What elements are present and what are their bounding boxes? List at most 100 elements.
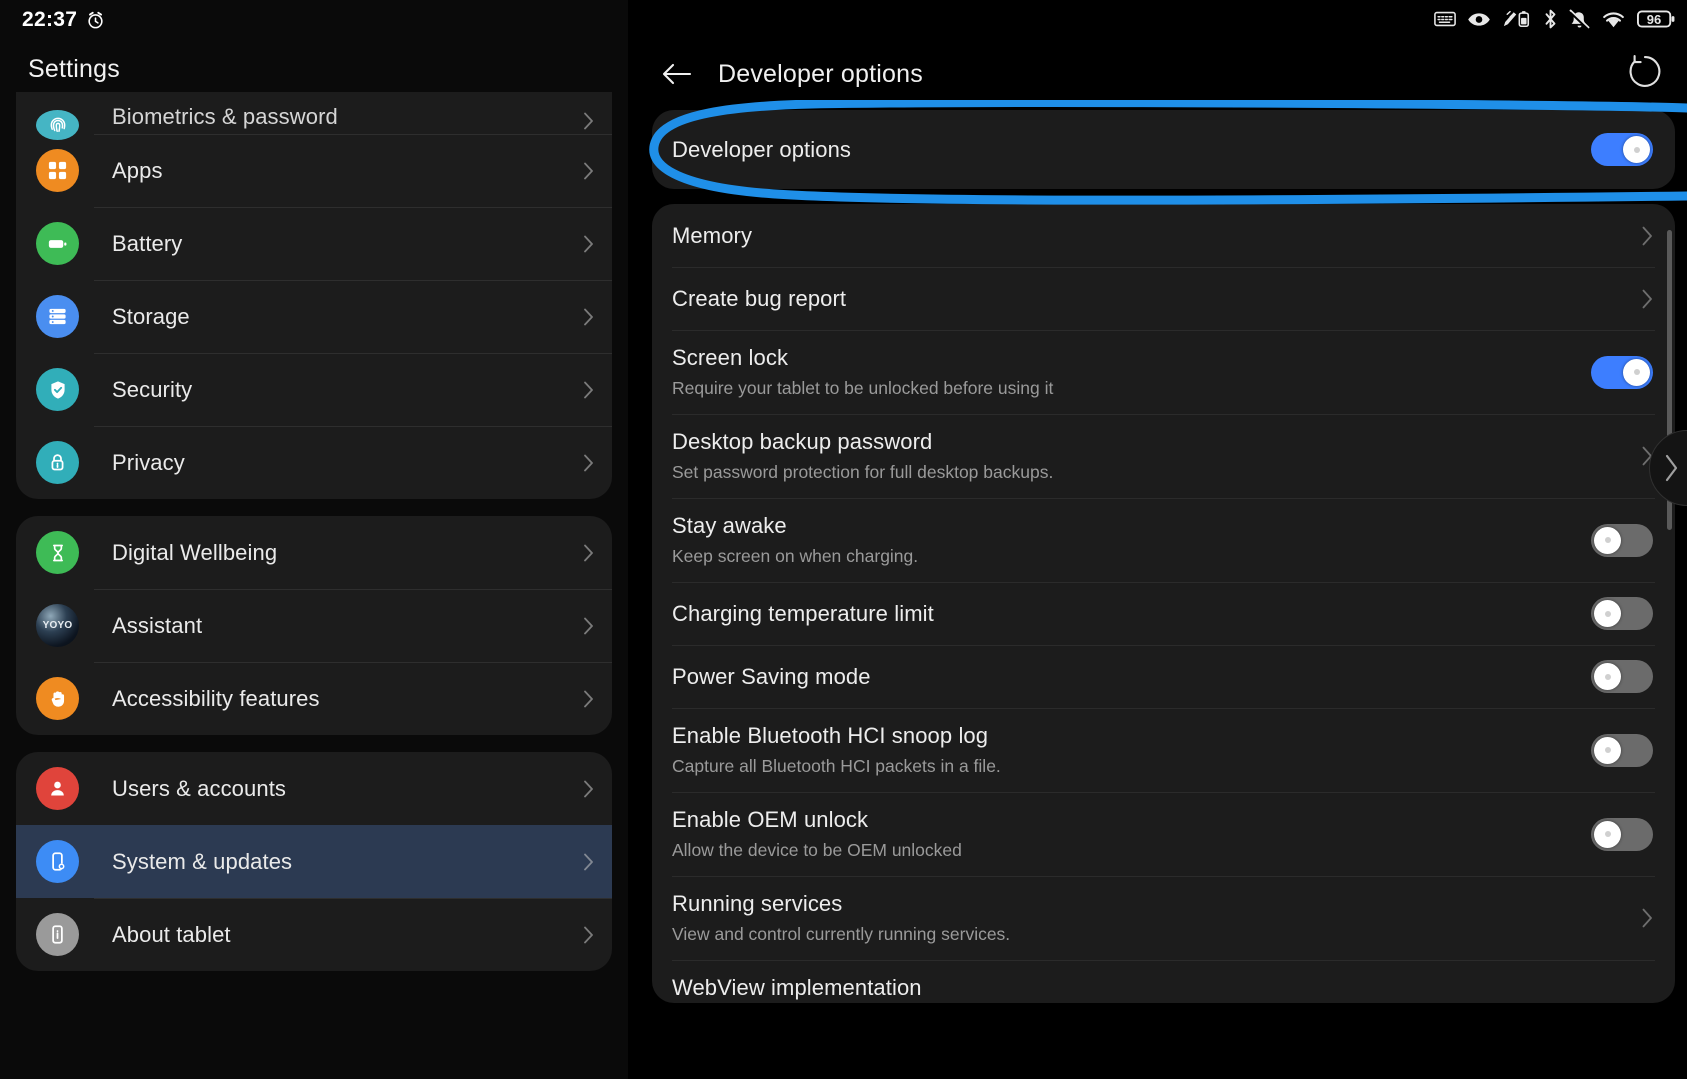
chevron-right-icon — [584, 617, 594, 635]
row-bluetooth-hci-snoop-log[interactable]: Enable Bluetooth HCI snoop log Capture a… — [652, 708, 1675, 792]
sidebar-item-label: Digital Wellbeing — [112, 540, 584, 566]
battery-icon — [36, 222, 79, 265]
alarm-icon — [86, 11, 105, 30]
status-bar-time: 22:37 — [22, 8, 77, 32]
row-texts: Screen lock Require your tablet to be un… — [672, 343, 1573, 401]
wifi-icon — [1601, 10, 1626, 29]
chevron-right-icon — [584, 780, 594, 798]
sidebar-group-2: Digital Wellbeing YOYO Assistant Accessi… — [16, 516, 612, 735]
page-title: Settings — [28, 55, 120, 84]
person-icon — [36, 767, 79, 810]
sidebar-item-biometrics[interactable]: Biometrics & password — [16, 92, 612, 134]
android-settings-screen: 22:37 Settings Biometrics & password — [0, 0, 1687, 1079]
sidebar-item-label: Storage — [112, 304, 584, 330]
row-developer-options[interactable]: Developer options — [652, 110, 1675, 189]
developer-options-list[interactable]: Developer options Memory — [652, 110, 1675, 1079]
row-webview-implementation[interactable]: WebView implementation — [652, 960, 1675, 1003]
row-texts: Power Saving mode — [672, 662, 1573, 692]
chevron-right-icon — [584, 308, 594, 326]
sidebar-item-label: Privacy — [112, 450, 584, 476]
toggle-knob — [1594, 663, 1621, 690]
stay-awake-toggle[interactable] — [1591, 524, 1653, 557]
charging-temperature-limit-toggle[interactable] — [1591, 597, 1653, 630]
sidebar-item-label: Users & accounts — [112, 776, 584, 802]
row-control — [1642, 908, 1653, 928]
sidebar-item-digital-wellbeing[interactable]: Digital Wellbeing — [16, 516, 612, 589]
row-running-services[interactable]: Running services View and control curren… — [652, 876, 1675, 960]
enable-oem-unlock-toggle[interactable] — [1591, 818, 1653, 851]
row-title: Memory — [672, 221, 1624, 251]
yoyo-assistant-icon: YOYO — [36, 604, 79, 647]
battery-percent-label: 96 — [1637, 9, 1671, 29]
row-desktop-backup-password[interactable]: Desktop backup password Set password pro… — [652, 414, 1675, 498]
eye-icon — [1467, 11, 1491, 28]
hand-icon — [36, 677, 79, 720]
sidebar-item-label: Apps — [112, 158, 584, 184]
chevron-right-icon — [584, 544, 594, 562]
bluetooth-hci-snoop-log-toggle[interactable] — [1591, 734, 1653, 767]
sidebar-item-assistant[interactable]: YOYO Assistant — [16, 589, 612, 662]
row-title: Power Saving mode — [672, 662, 1573, 692]
row-texts: Running services View and control curren… — [672, 889, 1624, 947]
sidebar-item-privacy[interactable]: Privacy — [16, 426, 612, 499]
chevron-right-icon — [1664, 454, 1680, 482]
row-control — [1591, 133, 1653, 166]
developer-options-toggle[interactable] — [1591, 133, 1653, 166]
row-control — [1591, 734, 1653, 767]
sidebar-scroll-area[interactable]: Biometrics & password Apps Battery — [0, 92, 628, 1079]
screen-lock-toggle[interactable] — [1591, 356, 1653, 389]
hourglass-icon — [36, 531, 79, 574]
row-subtitle: Require your tablet to be unlocked befor… — [672, 375, 1573, 401]
back-arrow-icon[interactable] — [662, 61, 692, 87]
row-texts: Developer options — [672, 135, 1573, 165]
row-control — [1591, 660, 1653, 693]
sidebar-item-security[interactable]: Security — [16, 353, 612, 426]
row-screen-lock[interactable]: Screen lock Require your tablet to be un… — [652, 330, 1675, 414]
row-texts: Enable OEM unlock Allow the device to be… — [672, 805, 1573, 863]
row-control — [1591, 597, 1653, 630]
row-create-bug-report[interactable]: Create bug report — [652, 267, 1675, 330]
row-charging-temperature-limit[interactable]: Charging temperature limit — [652, 582, 1675, 645]
sidebar-item-accessibility[interactable]: Accessibility features — [16, 662, 612, 735]
sidebar-item-users-accounts[interactable]: Users & accounts — [16, 752, 612, 825]
privacy-lock-icon — [36, 441, 79, 484]
row-title: Create bug report — [672, 284, 1624, 314]
sidebar-item-apps[interactable]: Apps — [16, 134, 612, 207]
sidebar-item-label: Security — [112, 377, 584, 403]
row-control — [1591, 524, 1653, 557]
notifications-muted-icon — [1569, 9, 1590, 29]
row-enable-oem-unlock[interactable]: Enable OEM unlock Allow the device to be… — [652, 792, 1675, 876]
sidebar-item-about-tablet[interactable]: About tablet — [16, 898, 612, 971]
row-title: Running services — [672, 889, 1624, 919]
row-title: Desktop backup password — [672, 427, 1624, 457]
chevron-right-icon — [584, 690, 594, 708]
status-bar-left: 22:37 — [22, 8, 105, 32]
chevron-right-icon — [1642, 908, 1653, 928]
row-title: Developer options — [672, 135, 1573, 165]
sidebar-item-label: Assistant — [112, 613, 584, 639]
sidebar-item-label: System & updates — [112, 849, 584, 875]
row-subtitle: Allow the device to be OEM unlocked — [672, 837, 1573, 863]
power-saving-mode-toggle[interactable] — [1591, 660, 1653, 693]
sidebar-item-label: Battery — [112, 231, 584, 257]
row-control — [1591, 356, 1653, 389]
row-stay-awake[interactable]: Stay awake Keep screen on when charging. — [652, 498, 1675, 582]
panel-title: Developer options — [718, 60, 923, 89]
assistant-badge-text: YOYO — [43, 620, 73, 631]
row-texts: Desktop backup password Set password pro… — [672, 427, 1624, 485]
row-control — [1642, 289, 1653, 309]
sidebar-item-system-updates[interactable]: System & updates — [16, 825, 612, 898]
row-title: Screen lock — [672, 343, 1573, 373]
sidebar-item-storage[interactable]: Storage — [16, 280, 612, 353]
row-power-saving-mode[interactable]: Power Saving mode — [652, 645, 1675, 708]
sidebar-group-3: Users & accounts System & updates About … — [16, 752, 612, 971]
battery-icon: 96 — [1637, 9, 1675, 29]
reset-refresh-icon[interactable] — [1626, 53, 1664, 96]
sidebar-item-battery[interactable]: Battery — [16, 207, 612, 280]
row-subtitle: View and control currently running servi… — [672, 921, 1624, 947]
chevron-right-icon — [1642, 289, 1653, 309]
chevron-right-icon — [584, 112, 594, 130]
row-subtitle: Keep screen on when charging. — [672, 543, 1573, 569]
info-tablet-icon — [36, 913, 79, 956]
row-memory[interactable]: Memory — [652, 204, 1675, 267]
